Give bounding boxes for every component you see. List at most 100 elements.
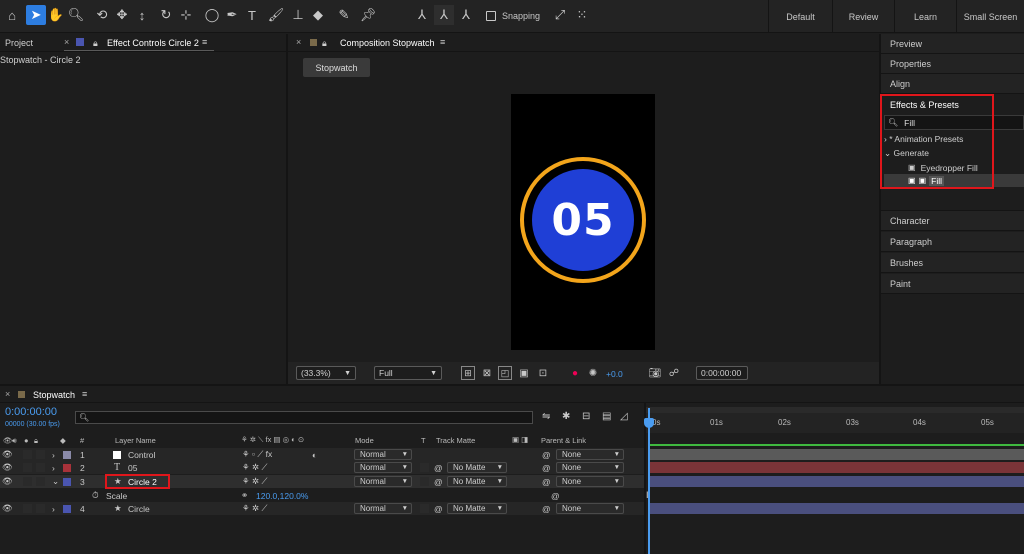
preserve-transparency-toggle[interactable] (420, 504, 429, 513)
eye-icon[interactable]: 👁︎ (2, 502, 13, 515)
layer-name[interactable]: 05 (128, 461, 137, 474)
stopwatch-icon[interactable]: ⏱︎ (92, 489, 99, 502)
mode-dropdown[interactable]: Normal ▼ (354, 462, 412, 473)
current-time-indicator[interactable] (648, 408, 650, 554)
fast-previews-icon[interactable]: ⊞ (461, 366, 475, 380)
parent-pickwhip-icon[interactable]: @ (542, 448, 551, 461)
color-channels-icon[interactable]: ● (568, 366, 582, 380)
world-axis-icon[interactable]: ⅄ (434, 5, 454, 25)
eraser-tool-icon[interactable]: ◆ (308, 5, 328, 25)
panel-menu-icon[interactable]: ≡ (440, 37, 445, 47)
label-tag-icon[interactable]: ◆ (60, 436, 66, 445)
hand-tool-icon[interactable]: ✋ (46, 5, 66, 25)
local-axis-icon[interactable]: ⅄ (412, 5, 432, 25)
layer-switches[interactable]: ⚘ ✲ ⟋ (242, 502, 267, 515)
chevron-right-icon[interactable]: › (52, 502, 55, 515)
frame-blending-icon[interactable]: ▤ (602, 411, 611, 422)
lock-icon[interactable]: 🔒︎ (93, 38, 98, 49)
timeline-search-input[interactable]: 🔍︎ (75, 411, 533, 424)
solo-icon[interactable]: ● (24, 436, 29, 445)
rotation-tool-icon[interactable]: ↻ (156, 5, 176, 25)
label-color-swatch[interactable] (63, 451, 71, 459)
panel-menu-icon[interactable]: ≡ (202, 37, 207, 47)
parent-pickwhip-icon[interactable]: @ (542, 475, 551, 488)
table-row[interactable]: 👁︎ › 1 Control ⚘ ▫ ⟋ fx ◐ Normal ▼ @ None… (0, 448, 644, 461)
mode-dropdown[interactable]: Normal ▼ (354, 503, 412, 514)
header-layer-name[interactable]: Layer Name (115, 436, 156, 445)
selection-tool-icon[interactable]: ➤ (26, 5, 46, 25)
label-color-swatch[interactable] (63, 478, 71, 486)
roto-brush-tool-icon[interactable]: ✎ (334, 5, 354, 25)
parent-dropdown[interactable]: None ▼ (556, 476, 624, 487)
parent-pickwhip-icon[interactable]: @ (542, 502, 551, 515)
table-row[interactable]: 👁︎ ⌄ 3 ★ Circle 2 ⚘ ✲ ⟋ Normal ▼ @ No Mat… (0, 475, 644, 488)
eye-icon[interactable]: 👁︎ (2, 475, 13, 488)
scale-value[interactable]: 120.0,120.0% (256, 489, 308, 502)
lock-toggle[interactable] (36, 504, 45, 513)
workspace-small-screen[interactable]: Small Screen (956, 0, 1024, 33)
layer-switches[interactable]: ⚘ ✲ ⟋ (242, 475, 267, 488)
timecode-field[interactable]: 0:00:00:00 (696, 366, 748, 380)
track-matte-dropdown[interactable]: No Matte ▼ (447, 503, 507, 514)
close-icon[interactable]: × (5, 389, 10, 399)
constrain-proportions-icon[interactable]: ⚭ (241, 489, 248, 502)
workspace-default[interactable]: Default (768, 0, 832, 33)
snap-edges-icon[interactable]: ⤢ (550, 5, 570, 25)
puppet-pin-tool-icon[interactable]: 📌︎ (358, 5, 378, 25)
mode-dropdown[interactable]: Normal ▼ (354, 449, 412, 460)
tab-composition[interactable]: Composition Stopwatch (340, 38, 435, 48)
chevron-right-icon[interactable]: › (52, 461, 55, 474)
label-color-swatch[interactable] (63, 505, 71, 513)
parent-dropdown[interactable]: None ▼ (556, 449, 624, 460)
grid-guides-icon[interactable]: ⊡ (536, 366, 550, 380)
layer-switches[interactable]: ⚘ ▫ ⟋ fx (242, 448, 272, 461)
playhead-handle[interactable] (644, 418, 654, 428)
solo-toggle[interactable] (23, 463, 32, 472)
resolution-dropdown[interactable]: Full ▼ (374, 366, 442, 380)
paint-panel-item[interactable]: Paint (881, 274, 1024, 294)
table-row[interactable]: 👁︎ › 4 ★ Circle ⚘ ✲ ⟋ Normal ▼ @ No Matte… (0, 502, 644, 515)
preserve-transparency-toggle[interactable] (420, 477, 429, 486)
home-icon[interactable]: ⌂ (2, 5, 22, 25)
label-color-swatch[interactable] (63, 464, 71, 472)
matte-pickwhip-icon[interactable]: @ (434, 475, 443, 488)
camera-snapshot-icon[interactable]: 📷︎ (648, 366, 662, 380)
lock-toggle[interactable] (36, 477, 45, 486)
layer-duration-bar[interactable] (650, 449, 1024, 460)
composition-mini-flowchart-icon[interactable]: ⇋ (542, 411, 550, 422)
zoom-tool-icon[interactable]: 🔍︎ (66, 5, 86, 25)
eye-icon[interactable]: 👁︎ (2, 448, 13, 461)
show-snapshot-icon[interactable]: ☍ (667, 366, 681, 380)
layer-duration-bar[interactable] (650, 476, 1024, 487)
snapping-checkbox[interactable] (486, 11, 496, 21)
track-matte-dropdown[interactable]: No Matte ▼ (447, 476, 507, 487)
view-axis-icon[interactable]: ⅄ (456, 5, 476, 25)
pen-tool-icon[interactable]: ✒ (222, 5, 242, 25)
close-icon[interactable]: × (296, 37, 301, 47)
preserve-transparency-toggle[interactable] (420, 463, 429, 472)
matte-pickwhip-icon[interactable]: @ (434, 502, 443, 515)
hide-shy-layers-icon[interactable]: ⊟ (582, 411, 590, 422)
region-of-interest-icon[interactable]: ▣ (517, 366, 531, 380)
close-icon[interactable]: × (64, 37, 69, 47)
parent-dropdown[interactable]: None ▼ (556, 462, 624, 473)
tab-timeline-stopwatch[interactable]: Stopwatch (33, 390, 75, 400)
brush-tool-icon[interactable]: 🖌︎ (266, 5, 286, 25)
transparency-grid-icon[interactable]: ⊠ (480, 366, 494, 380)
parent-pickwhip-icon[interactable]: @ (551, 489, 560, 502)
layer-switches[interactable]: ⚘ ✲ ⟋ (242, 461, 267, 474)
flow-button[interactable]: Stopwatch (303, 58, 370, 77)
ellipse-tool-icon[interactable]: ◯ (202, 5, 222, 25)
table-row[interactable]: 👁︎ › 2 T 05 ⚘ ✲ ⟋ Normal ▼ @ No Matte ▼ @ … (0, 461, 644, 474)
current-time-display[interactable]: 0:00:00:00 (5, 406, 57, 418)
exposure-value[interactable]: +0.0 (606, 369, 623, 379)
brushes-panel-item[interactable]: Brushes (881, 253, 1024, 273)
solo-toggle[interactable] (23, 450, 32, 459)
anchor-point-tool-icon[interactable]: ⊹ (176, 5, 196, 25)
track-matte-dropdown[interactable]: No Matte ▼ (447, 462, 507, 473)
parent-pickwhip-icon[interactable]: @ (542, 461, 551, 474)
mode-dropdown[interactable]: Normal ▼ (354, 476, 412, 487)
layer-name[interactable]: Circle (128, 502, 150, 515)
color-management-icon[interactable]: ✺ (586, 366, 600, 380)
snap-features-icon[interactable]: ⁙ (572, 5, 592, 25)
